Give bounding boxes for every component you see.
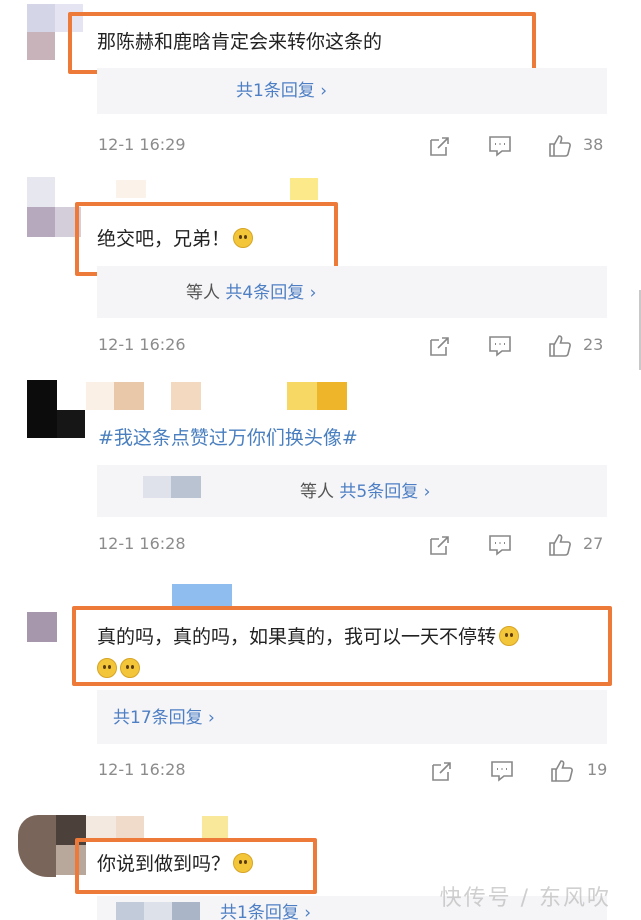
avatar[interactable] (27, 612, 57, 642)
reply-avatar (116, 902, 144, 920)
badge (172, 584, 232, 608)
comment-time: 12-1 16:28 (98, 534, 186, 553)
share-icon[interactable] (429, 758, 455, 784)
reply-avatar (143, 476, 171, 498)
emoji-icon (499, 626, 520, 646)
avatar[interactable] (18, 815, 56, 877)
comment-text: 绝交吧，兄弟！ (97, 226, 254, 252)
comment-text-content: 你说到做到吗？ (97, 853, 231, 875)
reply-avatar (171, 476, 201, 498)
emoji-icon (233, 228, 254, 248)
comment-text-content: 真的吗，真的吗，如果真的，我可以一天不停转 (97, 626, 497, 648)
avatar[interactable] (27, 177, 55, 207)
hashtag-link[interactable]: #我这条点赞过万你们换头像# (98, 425, 358, 451)
share-icon[interactable] (427, 532, 453, 558)
reply-users: 等人 (300, 482, 334, 502)
emoji-row (97, 658, 140, 679)
badge (317, 382, 347, 410)
comment-text: 你说到做到吗？ (97, 851, 254, 877)
avatar-fragment (27, 32, 55, 60)
username-fragment[interactable] (116, 180, 146, 198)
username-fragment[interactable] (86, 382, 114, 410)
badge (287, 382, 317, 410)
thumbs-up-icon[interactable] (549, 758, 575, 784)
emoji-icon (97, 658, 117, 678)
thumbs-up-icon[interactable] (547, 532, 573, 558)
watermark: 快传号 / 东风吹 (439, 886, 611, 911)
like-count: 19 (587, 760, 608, 779)
reply-count-link[interactable]: 共4条回复 › (225, 283, 316, 303)
reply-avatar (144, 902, 172, 920)
avatar[interactable] (27, 380, 57, 438)
reply-count-link[interactable]: 共1条回复 › (236, 80, 327, 102)
reply-panel[interactable] (97, 68, 607, 114)
emoji-icon (233, 853, 254, 873)
reply-users: 等人 (186, 283, 220, 303)
share-icon[interactable] (427, 133, 453, 159)
reply-count-link[interactable]: 共1条回复 › (220, 902, 311, 920)
emoji-icon (120, 658, 140, 678)
comment-text-content: 绝交吧，兄弟！ (97, 228, 231, 250)
username-fragment (171, 382, 201, 410)
badge (290, 178, 318, 200)
share-icon[interactable] (427, 333, 453, 359)
comment-icon[interactable] (489, 758, 515, 784)
avatar[interactable] (27, 4, 55, 32)
reply-count-link[interactable]: 共17条回复 › (113, 707, 215, 729)
comment-time: 12-1 16:26 (98, 335, 186, 354)
thumbs-up-icon[interactable] (547, 133, 573, 159)
comment-time: 12-1 16:28 (98, 760, 186, 779)
reply-panel[interactable] (97, 266, 607, 318)
avatar-fragment (27, 207, 55, 237)
reply-avatar (172, 902, 200, 920)
like-count: 38 (583, 135, 604, 154)
like-count: 23 (583, 335, 604, 354)
reply-count-link[interactable]: 共5条回复 › (339, 482, 430, 502)
comment-icon[interactable] (487, 133, 513, 159)
comment-text: 那陈赫和鹿晗肯定会来转你这条的 (97, 31, 383, 53)
thumbs-up-icon[interactable] (547, 333, 573, 359)
comment-icon[interactable] (487, 333, 513, 359)
avatar-fragment (57, 410, 85, 438)
like-count: 27 (583, 534, 604, 553)
username-fragment (114, 382, 144, 410)
comment-icon[interactable] (487, 532, 513, 558)
comment-text: 真的吗，真的吗，如果真的，我可以一天不停转 (97, 624, 520, 650)
comment-time: 12-1 16:29 (98, 135, 186, 154)
